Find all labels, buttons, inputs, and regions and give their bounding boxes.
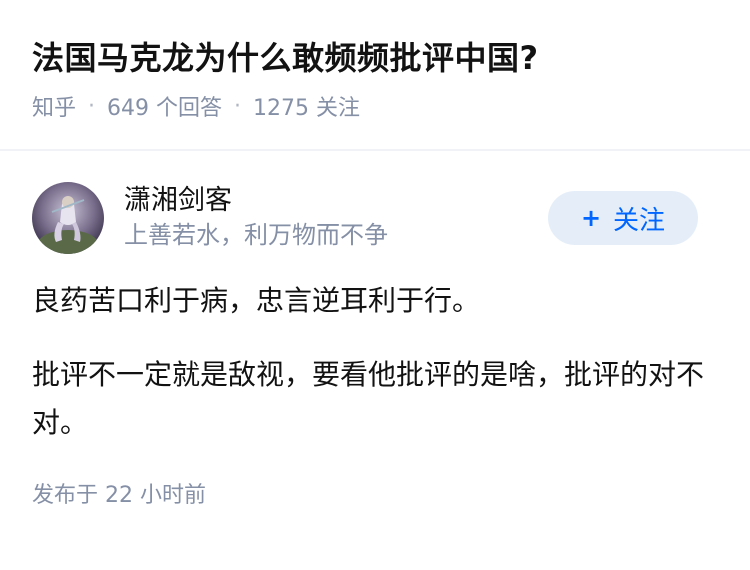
answer-content[interactable]: 良药苦口利于病，忠言逆耳利于行。 批评不一定就是敌视，要看他批评的是啥，批评的对… [32,277,718,447]
author-row: 潇湘剑客 上善若水，利万物而不争 + 关注 [32,179,718,257]
separator-dot: · [234,93,242,119]
source-label[interactable]: 知乎 [32,90,76,122]
follow-button[interactable]: + 关注 [548,191,698,245]
question-header: 法国马克龙为什么敢频频批评中国? 知乎 · 649 个回答 · 1275 关注 [0,0,750,121]
question-title[interactable]: 法国马克龙为什么敢频频批评中国? [32,34,718,82]
follow-label: 关注 [613,205,666,236]
publish-time: 发布于 22 小时前 [32,483,206,508]
separator-dot: · [88,93,96,119]
question-meta: 知乎 · 649 个回答 · 1275 关注 [32,90,718,122]
answer-paragraph: 批评不一定就是敌视，要看他批评的是啥，批评的对不对。 [32,358,705,439]
author-bio: 上善若水，利万物而不争 [124,221,388,249]
follower-count: 1275 关注 [253,96,360,121]
answer-paragraph: 良药苦口利于病，忠言逆耳利于行。 [32,284,481,317]
avatar[interactable] [32,182,104,254]
answer-count[interactable]: 649 个回答 [107,90,222,122]
author-info: 潇湘剑客 上善若水，利万物而不争 [124,184,548,252]
plus-icon: + [580,204,602,232]
author-name[interactable]: 潇湘剑客 [124,184,548,218]
avatar-image [32,182,104,254]
answer-card: 潇湘剑客 上善若水，利万物而不争 + 关注 良药苦口利于病，忠言逆耳利于行。 批… [0,151,750,509]
